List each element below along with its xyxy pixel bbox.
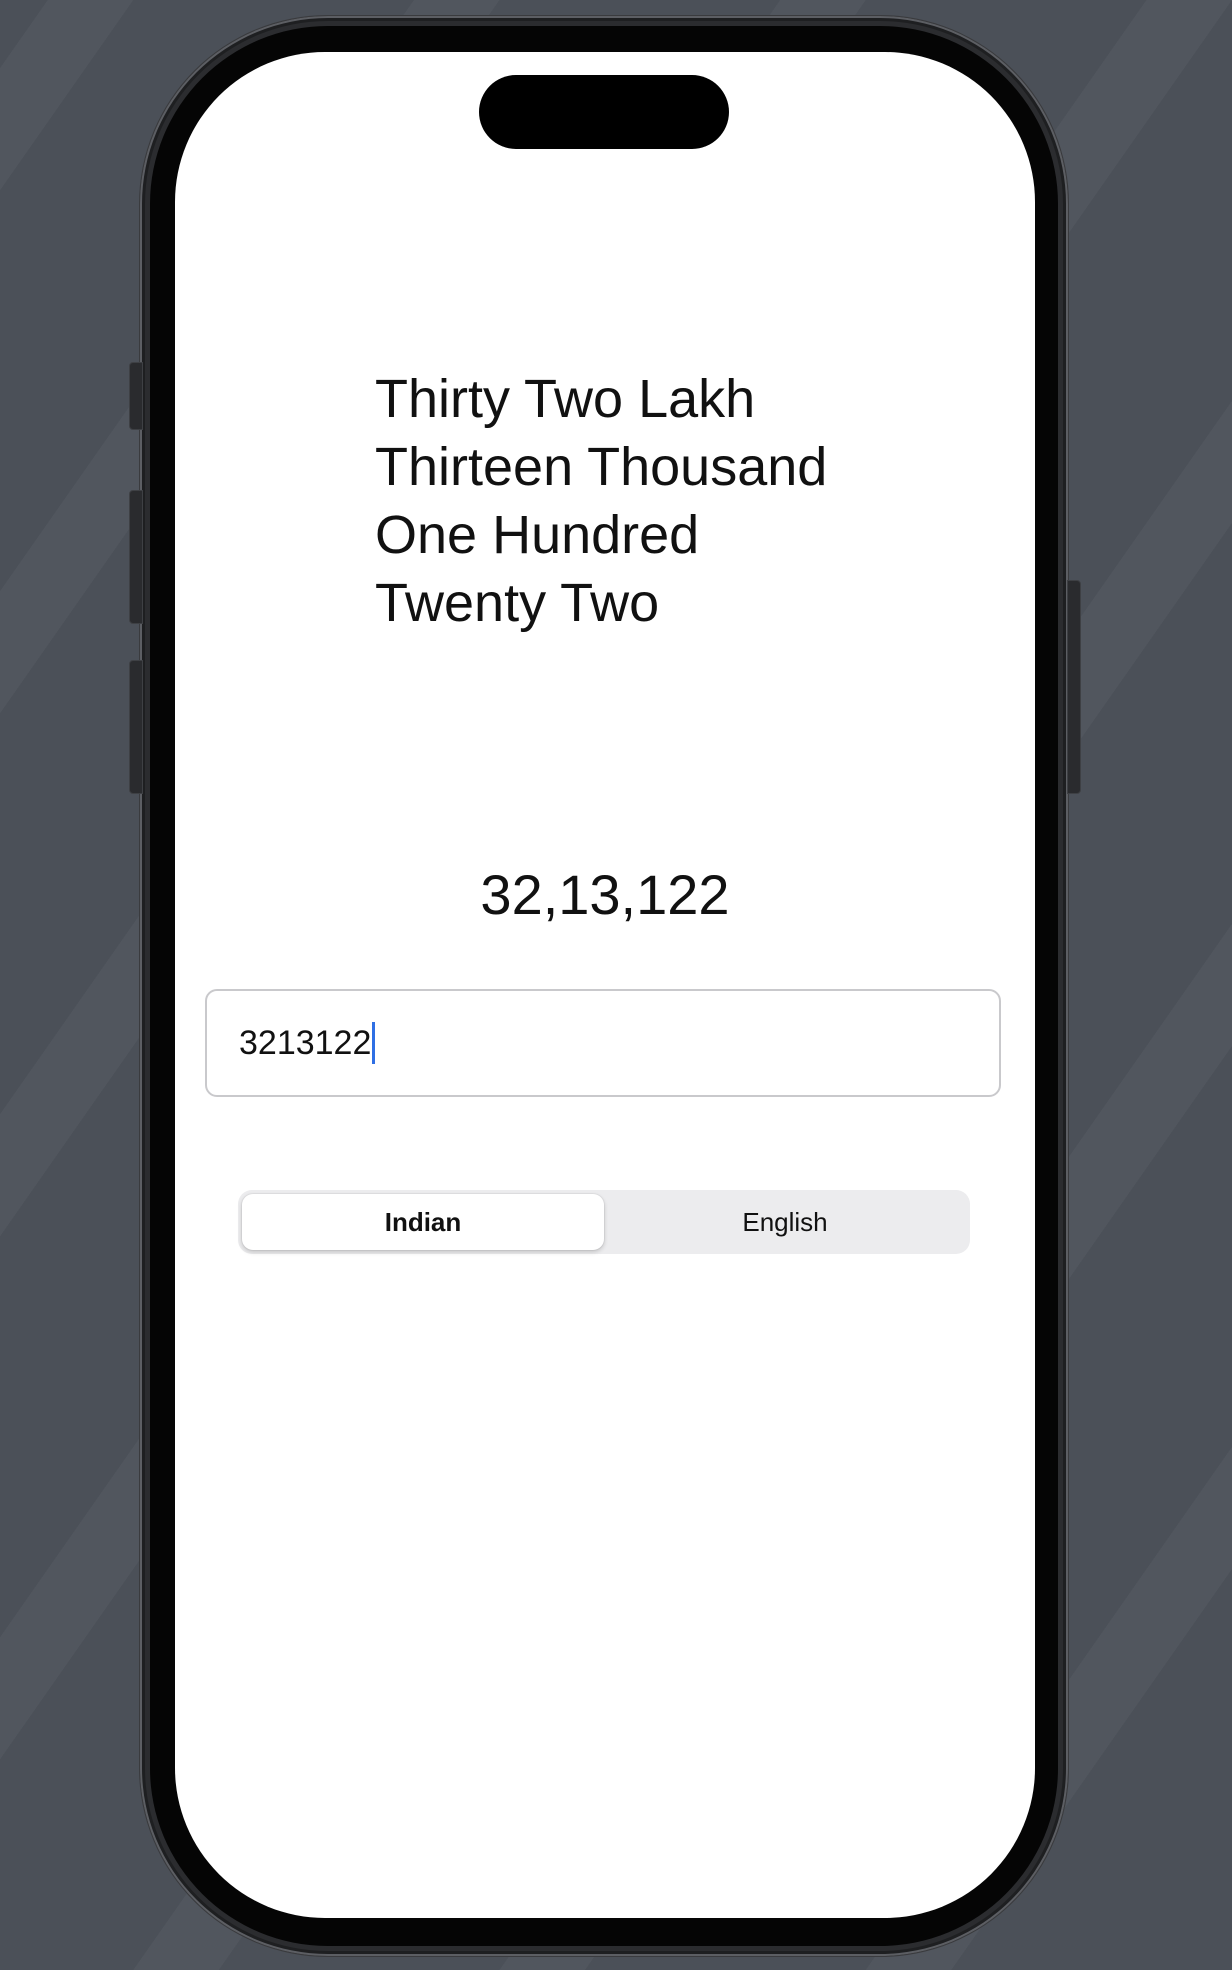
words-line-3: One Hundred xyxy=(375,505,700,565)
text-caret xyxy=(372,1022,376,1064)
number-in-words-label: Thirty Two Lakh Thirteen Thousand One Hu… xyxy=(375,365,935,637)
number-input-value: 3213122 xyxy=(239,1023,372,1062)
words-line-2: Thirteen Thousand xyxy=(375,437,828,497)
formatted-number-label: 32,13,122 xyxy=(480,863,730,926)
phone-screen: Thirty Two Lakh Thirteen Thousand One Hu… xyxy=(175,52,1035,1918)
number-system-segmented-control[interactable]: Indian English xyxy=(238,1190,970,1254)
power-button xyxy=(1067,580,1081,794)
segment-indian[interactable]: Indian xyxy=(242,1194,604,1250)
action-button xyxy=(129,362,143,430)
dynamic-island xyxy=(479,75,729,149)
volume-up-button xyxy=(129,490,143,624)
words-line-4: Twenty Two xyxy=(375,573,660,633)
words-line-1: Thirty Two Lakh xyxy=(375,369,756,429)
volume-down-button xyxy=(129,660,143,794)
segment-english[interactable]: English xyxy=(604,1194,966,1250)
number-input-field[interactable]: 3213122 xyxy=(205,989,1001,1097)
